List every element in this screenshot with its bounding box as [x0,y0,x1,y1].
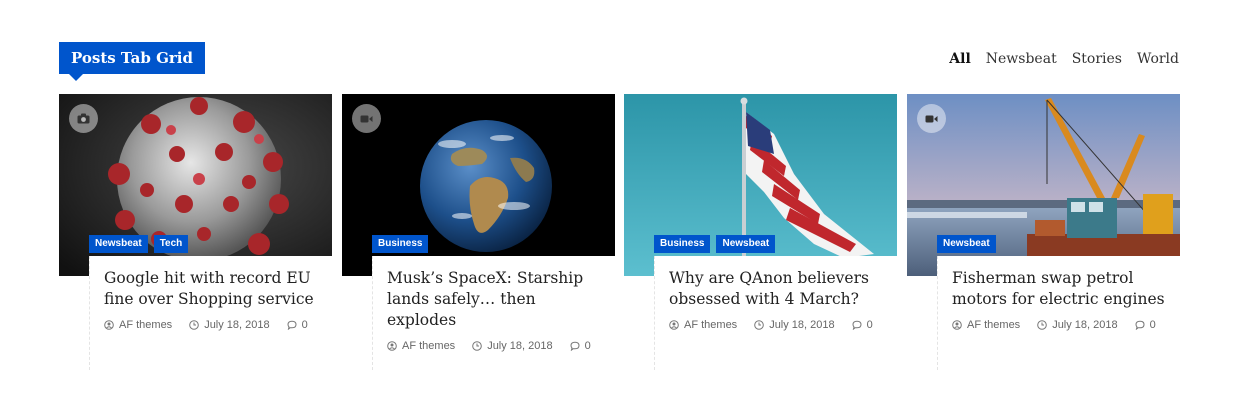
post-content: Fisherman swap petrol motors for electri… [937,256,1180,370]
tab-newsbeat[interactable]: Newsbeat [986,49,1057,69]
category-list: Newsbeat [937,235,996,253]
clock-icon [1037,320,1047,330]
post-card: Newsbeat Fisherman swap petrol motors fo… [907,94,1180,370]
tab-all[interactable]: All [949,49,971,69]
post-date: July 18, 2018 [204,319,270,331]
title-notch [69,74,83,81]
post-author[interactable]: AF themes [684,319,737,331]
comment-icon [852,320,862,330]
post-meta: AF themes July 18, 2018 0 [952,319,1166,331]
post-content: Google hit with record EU fine over Shop… [89,256,332,370]
tab-list: All Newsbeat Stories World [949,49,1179,69]
post-title[interactable]: Musk’s SpaceX: Starship lands safely… th… [387,268,601,331]
post-card: Business Musk’s SpaceX: Starship lands s… [342,94,615,370]
clock-icon [472,341,482,351]
post-title[interactable]: Fisherman swap petrol motors for electri… [952,268,1166,310]
video-icon[interactable] [352,104,381,133]
clock-icon [189,320,199,330]
post-date: July 18, 2018 [1052,319,1118,331]
video-icon[interactable] [917,104,946,133]
comment-icon [287,320,297,330]
camera-icon[interactable] [69,104,98,133]
post-title[interactable]: Why are QAnon believers obsessed with 4 … [669,268,883,310]
category-list: Newsbeat Tech [89,235,189,253]
user-icon [104,320,114,330]
clock-icon [754,320,764,330]
post-title[interactable]: Google hit with record EU fine over Shop… [104,268,318,310]
category-badge[interactable]: Tech [153,235,189,253]
post-comments[interactable]: 0 [1150,319,1156,331]
post-meta: AF themes July 18, 2018 0 [387,340,601,352]
post-date: July 18, 2018 [487,340,553,352]
category-badge[interactable]: Business [654,235,711,253]
widget-title-text: Posts Tab Grid [71,49,193,67]
post-card: Newsbeat Tech Google hit with record EU … [59,94,332,370]
post-author[interactable]: AF themes [967,319,1020,331]
tab-stories[interactable]: Stories [1072,49,1122,69]
post-comments[interactable]: 0 [302,319,308,331]
category-badge[interactable]: Business [372,235,429,253]
widget-title: Posts Tab Grid [59,42,205,81]
post-date: July 18, 2018 [769,319,835,331]
comment-icon [1135,320,1145,330]
tab-world[interactable]: World [1137,49,1179,69]
category-badge[interactable]: Newsbeat [716,235,776,253]
user-icon [952,320,962,330]
user-icon [387,341,397,351]
category-list: Business Newsbeat [654,235,776,253]
post-meta: AF themes July 18, 2018 0 [104,319,318,331]
category-badge[interactable]: Newsbeat [937,235,996,253]
post-content: Why are QAnon believers obsessed with 4 … [654,256,897,370]
post-comments[interactable]: 0 [585,340,591,352]
comment-icon [570,341,580,351]
post-card: Business Newsbeat Why are QAnon believer… [624,94,897,370]
user-icon [669,320,679,330]
post-author[interactable]: AF themes [119,319,172,331]
post-content: Musk’s SpaceX: Starship lands safely… th… [372,256,615,370]
category-list: Business [372,235,429,253]
post-comments[interactable]: 0 [867,319,873,331]
category-badge[interactable]: Newsbeat [89,235,148,253]
post-author[interactable]: AF themes [402,340,455,352]
post-meta: AF themes July 18, 2018 0 [669,319,883,331]
